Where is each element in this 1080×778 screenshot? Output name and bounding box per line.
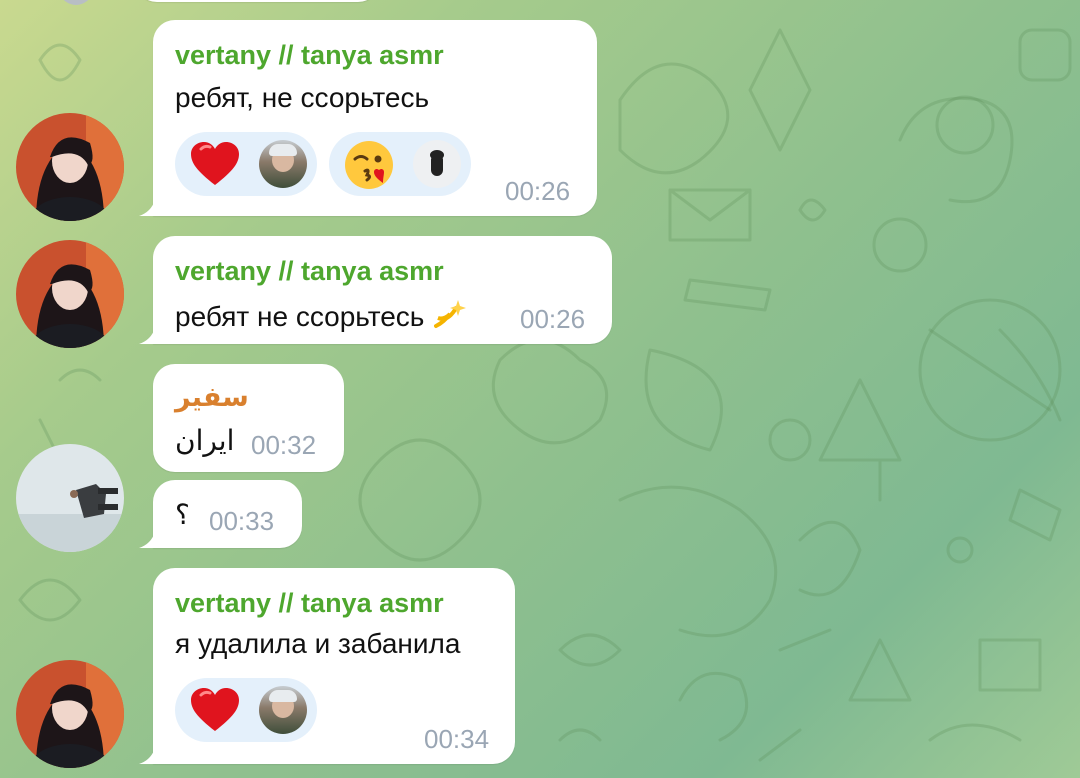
message-time: 00:34 bbox=[424, 724, 490, 754]
message-bubble-1[interactable]: vertany // tanya asmr ребят, не ссорьтес… bbox=[153, 20, 597, 216]
avatar-safir[interactable] bbox=[16, 444, 124, 552]
reaction-heart[interactable] bbox=[175, 678, 317, 742]
message-time: 00:32 bbox=[251, 430, 317, 460]
message-text: ايران bbox=[175, 425, 235, 456]
reaction-kiss[interactable] bbox=[329, 132, 471, 196]
message-text: ребят, не ссорьтесь bbox=[175, 82, 430, 113]
message-text-row: ребят не ссорьтесь bbox=[175, 296, 468, 333]
avatar-vertany[interactable] bbox=[16, 113, 124, 221]
previous-message-bubble[interactable] bbox=[135, 0, 380, 2]
message-time: 00:26 bbox=[520, 304, 586, 334]
avatar-vertany[interactable] bbox=[16, 660, 124, 768]
sender-name[interactable]: vertany // tanya asmr bbox=[175, 256, 444, 287]
reactor-avatar-cat[interactable] bbox=[413, 140, 461, 188]
dizzy-icon bbox=[434, 300, 467, 328]
message-bubble-4[interactable]: ؟ 00:33 bbox=[153, 480, 302, 548]
reactor-avatar[interactable] bbox=[259, 140, 307, 188]
kiss-face-icon bbox=[345, 141, 393, 189]
avatar-photo bbox=[16, 444, 124, 552]
red-heart-icon bbox=[191, 142, 239, 185]
message-time: 00:26 bbox=[505, 176, 571, 206]
sender-name[interactable]: vertany // tanya asmr bbox=[175, 588, 444, 619]
avatar-vertany[interactable] bbox=[16, 240, 124, 348]
reaction-heart[interactable] bbox=[175, 132, 317, 196]
red-heart-icon bbox=[191, 688, 239, 731]
avatar-photo bbox=[16, 113, 124, 221]
previous-avatar[interactable] bbox=[48, 0, 104, 5]
message-text: я удалила и забанила bbox=[175, 628, 461, 659]
sender-name[interactable]: سفير bbox=[175, 382, 249, 413]
message-text: ؟ bbox=[175, 499, 190, 530]
avatar-photo bbox=[16, 240, 124, 348]
message-bubble-5[interactable]: vertany // tanya asmr я удалила и забани… bbox=[153, 568, 515, 764]
message-text: ребят не ссорьтесь bbox=[175, 301, 425, 332]
reactor-avatar[interactable] bbox=[259, 686, 307, 734]
sender-name[interactable]: vertany // tanya asmr bbox=[175, 40, 444, 71]
message-time: 00:33 bbox=[209, 506, 275, 536]
avatar-photo bbox=[16, 660, 124, 768]
message-bubble-3[interactable]: سفير ايران 00:32 bbox=[153, 364, 344, 472]
message-bubble-2[interactable]: vertany // tanya asmr ребят не ссорьтесь… bbox=[153, 236, 612, 344]
